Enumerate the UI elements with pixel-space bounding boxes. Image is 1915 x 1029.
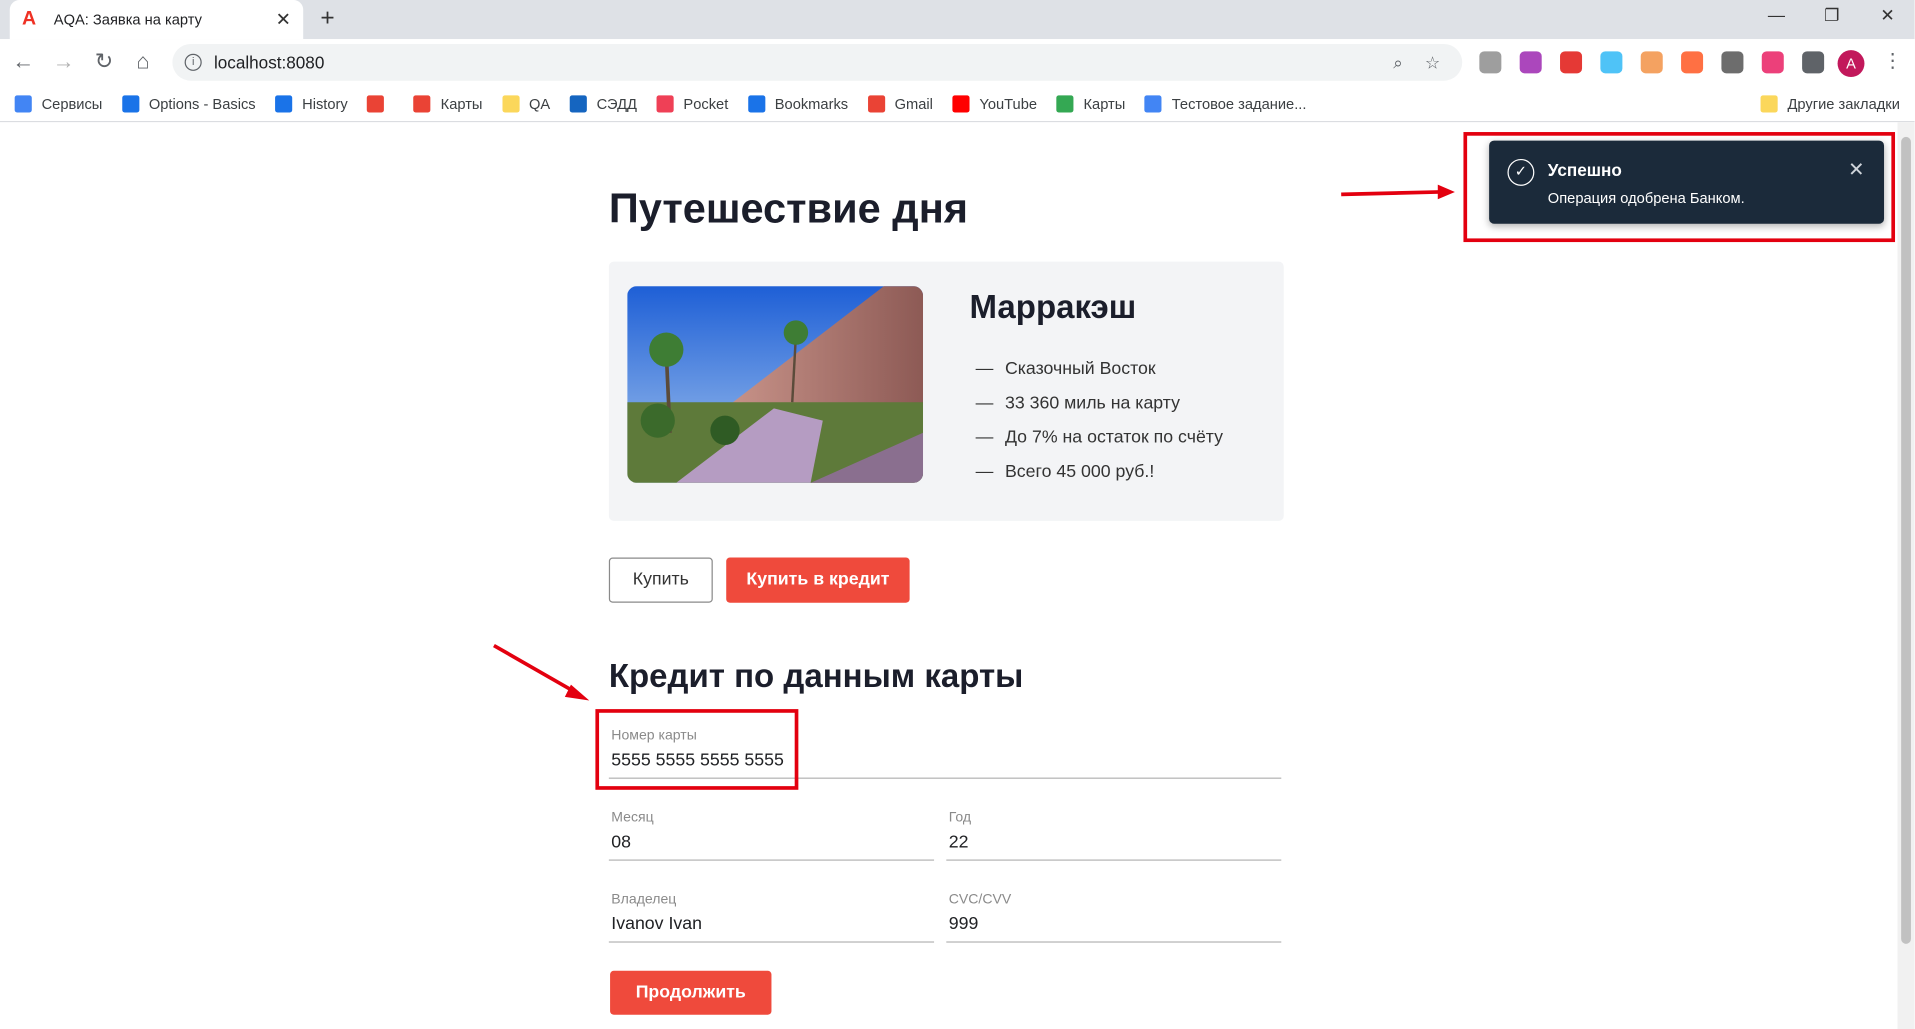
reload-icon[interactable]: ↻: [90, 49, 117, 75]
other-bookmarks[interactable]: Другие закладки: [1760, 86, 1900, 123]
bookmark-label: Тестовое задание...: [1171, 94, 1307, 112]
bookmark-item[interactable]: Карты: [413, 94, 483, 112]
extension-icon[interactable]: [1600, 51, 1623, 74]
annotation-arrows: [493, 184, 1455, 701]
bookmark-item[interactable]: Options - Basics: [121, 94, 256, 112]
minimize-icon[interactable]: —: [1768, 5, 1785, 25]
close-tab-icon[interactable]: ✕: [276, 9, 291, 31]
scrollbar[interactable]: [1897, 122, 1915, 1029]
tab-title: AQA: Заявка на карту: [53, 11, 202, 29]
pocket-icon: [656, 94, 674, 112]
bookmark-label: QA: [528, 94, 551, 112]
page-content: Путешествие дня Марракэш — Сказочный Вос…: [0, 122, 1915, 1029]
browser-tab[interactable]: A AQA: Заявка на карту ✕: [9, 0, 304, 40]
extension-icon[interactable]: [1761, 51, 1784, 74]
bookmark-item[interactable]: Pocket: [656, 94, 729, 112]
history-icon: [275, 94, 293, 112]
gmail-icon: [867, 94, 885, 112]
browser-toolbar: ← → ↻ ⌂ i localhost:8080 ⌕ ☆ A ⋮: [0, 39, 1915, 86]
bookmark-label: Gmail: [894, 94, 933, 112]
bookmark-label: History: [302, 94, 348, 112]
bookmark-label: Bookmarks: [774, 94, 849, 112]
pocket-extension-icon[interactable]: [1721, 51, 1744, 74]
alfa-logo-icon: A: [22, 8, 37, 30]
arrowhead-icon: [1437, 184, 1455, 200]
bookmark-star-icon[interactable]: ☆: [1425, 52, 1440, 73]
home-icon[interactable]: ⌂: [130, 49, 157, 75]
extension-icon[interactable]: [1640, 51, 1663, 74]
bookmark-item[interactable]: YouTube: [952, 94, 1038, 112]
apps-grid-icon: [14, 94, 32, 112]
info-icon[interactable]: i: [184, 53, 202, 71]
bookmark-label: Options - Basics: [148, 94, 256, 112]
bookmark-item[interactable]: Сервисы: [14, 94, 103, 112]
briefcase-icon: [569, 94, 587, 112]
window-close-icon[interactable]: ✕: [1880, 5, 1894, 26]
extension-icon[interactable]: [1560, 51, 1583, 74]
bookmark-item[interactable]: Bookmarks: [747, 94, 849, 112]
puzzle-icon[interactable]: [1802, 51, 1825, 74]
avatar[interactable]: A: [1837, 50, 1865, 78]
bookmark-item[interactable]: Карты: [1056, 94, 1126, 112]
extension-icon[interactable]: [1681, 51, 1704, 74]
other-bookmarks-label: Другие закладки: [1787, 95, 1900, 113]
star-icon: [747, 94, 765, 112]
address-bar[interactable]: i localhost:8080 ⌕ ☆: [172, 44, 1463, 81]
bookmark-item[interactable]: Тестовое задание...: [1144, 94, 1307, 112]
back-icon[interactable]: ←: [10, 49, 37, 75]
new-tab-icon[interactable]: +: [320, 5, 334, 33]
scrollbar-thumb[interactable]: [1901, 136, 1911, 944]
bookmark-item[interactable]: History: [275, 94, 348, 112]
bookmark-label: YouTube: [979, 94, 1038, 112]
folder-icon: [502, 94, 520, 112]
bookmark-label: СЭДД: [596, 94, 637, 112]
restore-icon[interactable]: ❐: [1824, 5, 1839, 26]
url-text[interactable]: localhost:8080: [214, 53, 1393, 73]
extension-icon[interactable]: [1519, 51, 1542, 74]
browser-window: A AQA: Заявка на карту ✕ + — ❐ ✕ ← → ↻ ⌂…: [0, 0, 1915, 1029]
bookmark-label: Карты: [440, 94, 483, 112]
tab-strip: A AQA: Заявка на карту ✕ + — ❐ ✕: [0, 0, 1915, 40]
gear-icon: [121, 94, 140, 112]
bookmark-item[interactable]: [367, 94, 394, 112]
annotation-arrow: [1341, 190, 1441, 197]
map-pin-icon: [413, 94, 431, 112]
extension-icon[interactable]: [1479, 51, 1502, 74]
bookmark-item[interactable]: СЭДД: [569, 94, 637, 112]
bookmark-label: Pocket: [683, 94, 729, 112]
forward-icon[interactable]: →: [50, 49, 77, 75]
youtube-icon: [952, 94, 970, 112]
bookmark-item[interactable]: Gmail: [867, 94, 933, 112]
bookmark-label: Карты: [1083, 94, 1126, 112]
maps-icon: [1056, 94, 1074, 112]
bookmark-label: Сервисы: [41, 94, 103, 112]
folder-icon: [1760, 95, 1778, 113]
bookmarks-bar: Сервисы Options - Basics History Карты QA СЭД…: [0, 85, 1915, 123]
google-icon: [367, 94, 385, 112]
docs-icon: [1144, 94, 1162, 112]
menu-kebab-icon[interactable]: ⋮: [1883, 49, 1903, 73]
zoom-icon[interactable]: ⌕: [1393, 52, 1403, 73]
bookmark-item[interactable]: QA: [502, 94, 551, 112]
annotation-arrow: [493, 643, 578, 695]
